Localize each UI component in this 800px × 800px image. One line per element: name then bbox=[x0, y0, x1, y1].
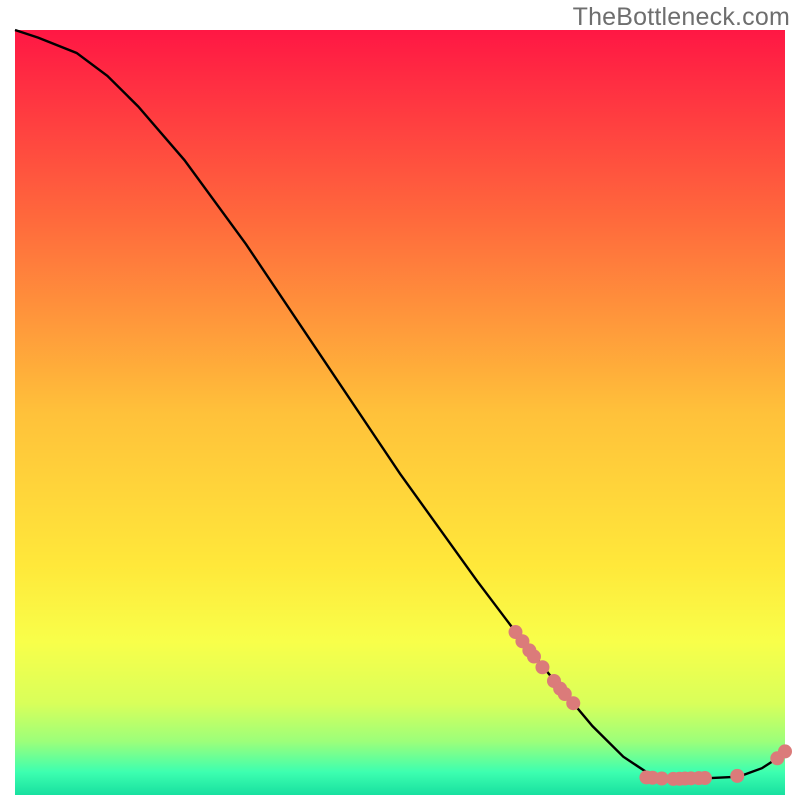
chart-background bbox=[15, 30, 785, 795]
data-marker bbox=[698, 771, 712, 785]
watermark-label: TheBottleneck.com bbox=[573, 3, 790, 32]
data-marker bbox=[778, 744, 792, 758]
chart-container: TheBottleneck.com bbox=[0, 0, 800, 800]
data-marker bbox=[566, 696, 580, 710]
data-marker bbox=[730, 769, 744, 783]
chart-plot bbox=[0, 0, 800, 800]
data-marker bbox=[535, 660, 549, 674]
